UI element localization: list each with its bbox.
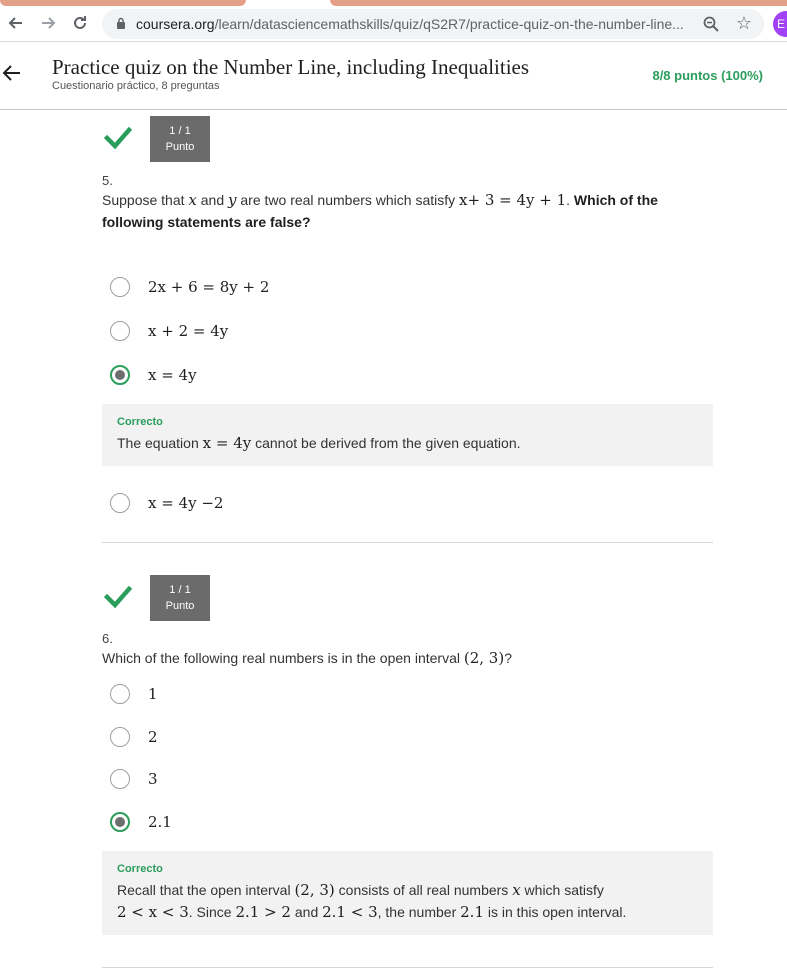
feedback-text-part: and [290, 904, 323, 920]
feedback-title: Correcto [117, 416, 163, 428]
math-comparison: 2.1 < 3 [322, 903, 378, 921]
option-label: x = 4y [148, 366, 197, 384]
correct-check-icon [104, 586, 132, 608]
browser-back-icon[interactable] [4, 11, 28, 35]
question-text: Which of the following real numbers is i… [102, 647, 702, 669]
zoom-icon[interactable] [702, 15, 720, 33]
question-text-part: Which of the following real numbers is i… [102, 650, 464, 666]
question-text-part: . [566, 192, 574, 208]
math-x: x [512, 881, 521, 899]
quiz-title: Practice quiz on the Number Line, includ… [52, 55, 530, 79]
question-text-part: are two real numbers which satisfy [236, 192, 460, 208]
points-score: 1 / 1 [169, 125, 191, 137]
radio-button-selected[interactable] [110, 812, 130, 832]
feedback-title: Correcto [117, 863, 163, 875]
feedback-text-part: , the number [377, 904, 461, 920]
math-interval: (2, 3) [463, 649, 505, 667]
quiz-subtitle: Cuestionario práctico, 8 preguntas [52, 80, 220, 92]
points-badge: 1 / 1 Punto [150, 116, 210, 162]
answer-option[interactable]: 2 [110, 725, 158, 749]
browser-reload-icon[interactable] [68, 11, 92, 35]
radio-button[interactable] [110, 321, 130, 341]
math-y: y [228, 191, 237, 209]
feedback-text-part: cannot be derived from the given equatio… [251, 435, 521, 451]
math-comparison: 2.1 > 2 [235, 903, 291, 921]
math-equation: x = 4y [202, 434, 252, 452]
radio-button[interactable] [110, 493, 130, 513]
quiz-score: 8/8 puntos (100%) [652, 68, 763, 83]
option-label: 2 [148, 728, 158, 746]
radio-button-selected[interactable] [110, 365, 130, 385]
feedback-box: Correcto The equation x = 4y cannot be d… [102, 404, 713, 466]
answer-option[interactable]: x = 4y −2 [110, 491, 223, 515]
feedback-text: Recall that the open interval (2, 3) con… [117, 879, 698, 923]
question-divider [102, 542, 713, 543]
url-host: coursera.org [136, 16, 215, 32]
lock-icon [117, 17, 125, 29]
question-text-part: and [196, 192, 229, 208]
answer-option[interactable]: 3 [110, 767, 158, 791]
feedback-text-part: which satisfy [520, 882, 604, 898]
math-inequality: 2 < x < 3 [117, 903, 189, 921]
option-label: 3 [148, 770, 158, 788]
feedback-text-part: Recall that the open interval [117, 882, 295, 898]
math-number: 2.1 [460, 903, 484, 921]
points-badge: 1 / 1 Punto [150, 575, 210, 621]
radio-button[interactable] [110, 727, 130, 747]
feedback-box: Correcto Recall that the open interval (… [102, 851, 713, 935]
answer-option-selected[interactable]: 2.1 [110, 810, 172, 834]
back-arrow-icon[interactable] [2, 63, 22, 83]
points-label: Punto [165, 141, 195, 153]
radio-button[interactable] [110, 684, 130, 704]
feedback-text: The equation x = 4y cannot be derived fr… [117, 432, 698, 454]
address-bar[interactable]: coursera.org/learn/datasciencemathskills… [102, 9, 764, 39]
url-path: /learn/datasciencemathskills/quiz/qS2R7/… [214, 16, 684, 32]
feedback-text-part: The equation [117, 435, 203, 451]
profile-avatar[interactable]: E [773, 11, 787, 37]
radio-button[interactable] [110, 769, 130, 789]
answer-option-selected[interactable]: x = 4y [110, 363, 197, 387]
answer-option[interactable]: 1 [110, 682, 158, 706]
math-equation: x+ 3 = 4y + 1 [459, 191, 567, 209]
answer-option[interactable]: x + 2 = 4y [110, 319, 228, 343]
browser-toolbar: coursera.org/learn/datasciencemathskills… [0, 6, 787, 42]
points-score: 1 / 1 [169, 584, 191, 596]
question-text-part: ? [504, 650, 512, 666]
option-label: x = 4y −2 [148, 494, 224, 512]
option-label: 2x + 6 = 8y + 2 [148, 278, 270, 296]
option-label: x + 2 = 4y [148, 322, 229, 340]
answer-option[interactable]: 2x + 6 = 8y + 2 [110, 275, 269, 299]
question-number: 5. [102, 173, 113, 188]
option-label: 1 [148, 685, 158, 703]
question-divider [102, 967, 713, 968]
question-text: Suppose that x and y are two real number… [102, 189, 702, 233]
question-number: 6. [102, 631, 113, 646]
correct-check-icon [104, 127, 132, 149]
question-text-part: Suppose that [102, 192, 189, 208]
quiz-header: Practice quiz on the Number Line, includ… [0, 43, 787, 110]
feedback-text-part: is in this open interval. [484, 904, 627, 920]
option-label: 2.1 [148, 813, 172, 831]
math-x: x [188, 191, 197, 209]
math-interval: (2, 3) [294, 881, 335, 899]
feedback-text-part: . Since [188, 904, 236, 920]
bookmark-star-icon[interactable]: ☆ [734, 13, 754, 33]
feedback-text-part: consists of all real numbers [334, 882, 513, 898]
points-label: Punto [165, 600, 195, 612]
radio-button[interactable] [110, 277, 130, 297]
url-text[interactable]: coursera.org/learn/datasciencemathskills… [136, 16, 696, 32]
browser-forward-icon[interactable] [36, 11, 60, 35]
